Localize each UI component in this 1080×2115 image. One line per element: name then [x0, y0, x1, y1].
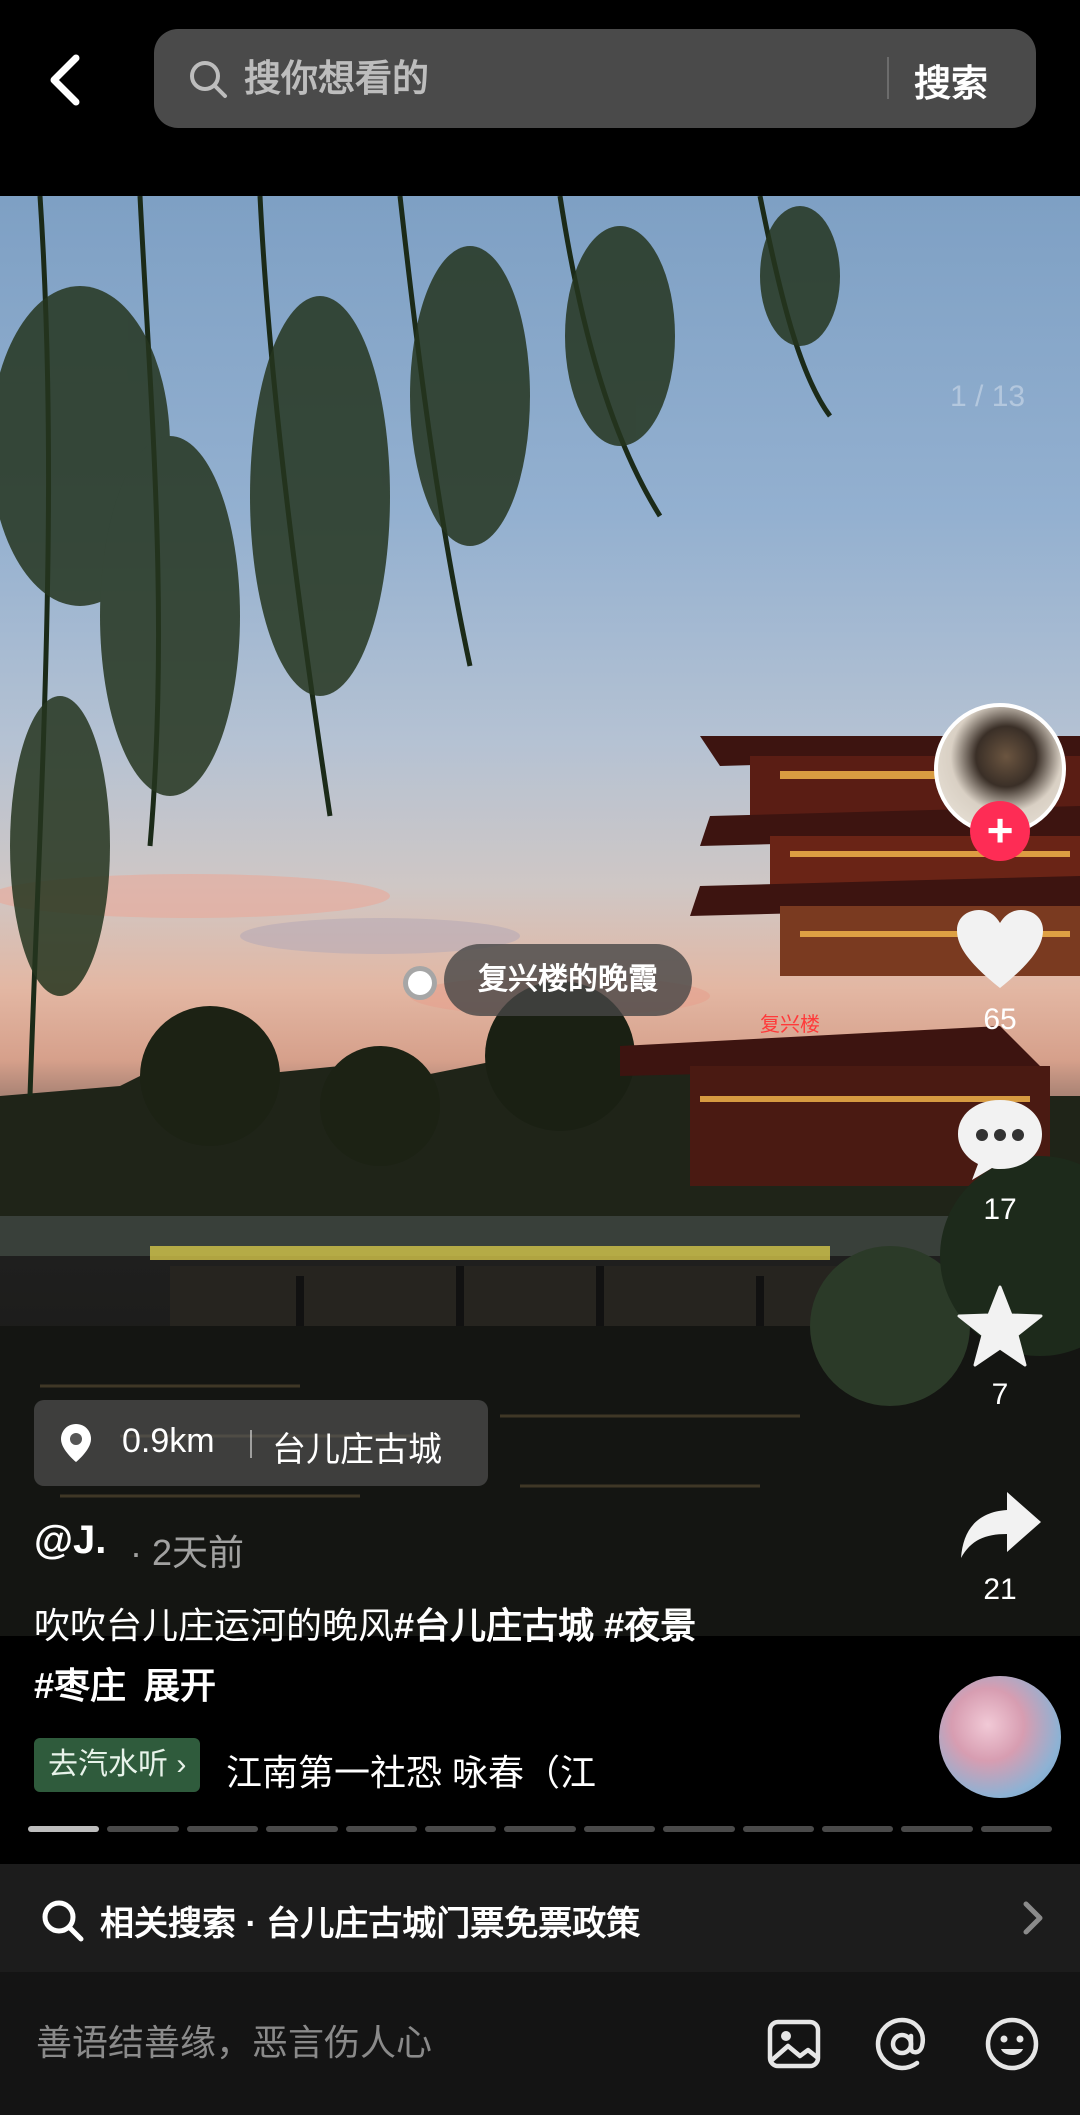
heart-icon — [957, 910, 1043, 988]
search-icon — [190, 61, 227, 98]
hashtag[interactable]: #枣庄 — [34, 1665, 126, 1706]
music-title[interactable]: 江南第一社恐 咏春（江 — [226, 1744, 696, 1796]
progress-segment — [424, 1826, 497, 1832]
progress-segment — [901, 1826, 973, 1832]
progress-segment — [821, 1826, 894, 1832]
page-indicator: 1 / 13 — [950, 380, 1026, 413]
share-icon — [961, 1492, 1041, 1558]
favorite-button[interactable]: 7 — [935, 1285, 1065, 1412]
progress-segment — [583, 1826, 656, 1832]
hashtag[interactable]: #夜景 — [604, 1605, 696, 1646]
search-icon — [42, 1900, 84, 1942]
progress-segment — [663, 1826, 735, 1832]
progress-segment — [266, 1826, 338, 1832]
comment-icon — [958, 1100, 1042, 1180]
slide-progress — [28, 1826, 1053, 1832]
location-chip[interactable]: 0.9km 台儿庄古城 — [34, 1400, 488, 1486]
music-disc[interactable] — [939, 1676, 1061, 1798]
share-button[interactable]: 21 — [935, 1490, 1065, 1607]
progress-segment — [28, 1826, 100, 1832]
author-name[interactable]: @J. — [34, 1518, 106, 1563]
top-bar: 搜索 — [0, 0, 1080, 196]
progress-segment — [504, 1826, 576, 1832]
comment-bar — [0, 1972, 1080, 2115]
svg-text:复兴楼: 复兴楼 — [760, 1012, 820, 1036]
post-time: · 2天前 — [130, 1532, 245, 1573]
star-icon — [957, 1285, 1043, 1367]
location-place: 台儿庄古城 — [272, 1431, 442, 1469]
chevron-right-icon — [1023, 1901, 1043, 1935]
progress-segment — [345, 1826, 417, 1832]
plus-icon: + — [986, 804, 1014, 856]
caption-text: 吹吹台儿庄运河的晚风 — [34, 1605, 395, 1646]
search-button[interactable]: 搜索 — [914, 53, 988, 107]
like-button[interactable]: 65 — [935, 908, 1065, 1037]
comment-button[interactable]: 17 — [935, 1096, 1065, 1227]
progress-segment — [186, 1826, 259, 1832]
search-bar[interactable]: 搜索 — [154, 29, 1036, 128]
comment-count: 17 — [983, 1193, 1017, 1226]
progress-segment — [107, 1826, 179, 1832]
hashtag[interactable]: #台儿庄古城 — [394, 1605, 594, 1646]
back-button[interactable] — [36, 44, 96, 116]
progress-segment — [980, 1826, 1053, 1832]
search-divider — [887, 57, 889, 99]
tag-dot[interactable] — [403, 966, 437, 1000]
share-count: 21 — [983, 1573, 1017, 1606]
at-icon[interactable] — [874, 2016, 930, 2072]
music-row: 去汽水听 › 江南第一社恐 咏春（江 — [34, 1738, 934, 1793]
post-caption: 吹吹台儿庄运河的晚风#台儿庄古城 #夜景 #枣庄 展开 — [34, 1596, 864, 1716]
location-distance: 0.9km — [122, 1422, 215, 1460]
expand-button[interactable]: 展开 — [144, 1665, 216, 1706]
image-tag[interactable]: 复兴楼的晚霞 — [444, 944, 692, 1016]
image-icon[interactable] — [766, 2016, 822, 2072]
open-in-qishui-button[interactable]: 去汽水听 › — [34, 1738, 201, 1792]
related-search-bar[interactable]: 相关搜索 · 台儿庄古城门票免票政策 — [0, 1864, 1080, 1972]
comment-input[interactable] — [34, 2012, 738, 2074]
emoji-icon[interactable] — [984, 2016, 1040, 2072]
follow-button[interactable]: + — [970, 801, 1030, 861]
progress-segment — [742, 1826, 814, 1832]
back-arrow-icon — [50, 54, 80, 106]
location-separator — [250, 1430, 252, 1458]
favorite-count: 7 — [991, 1378, 1009, 1411]
search-input[interactable] — [242, 47, 1026, 111]
like-count: 65 — [983, 1003, 1017, 1036]
author-avatar-group: + — [934, 703, 1066, 861]
location-pin-icon — [61, 1424, 91, 1462]
related-search-text: 相关搜索 · 台儿庄古城门票免票政策 — [100, 1905, 641, 1943]
